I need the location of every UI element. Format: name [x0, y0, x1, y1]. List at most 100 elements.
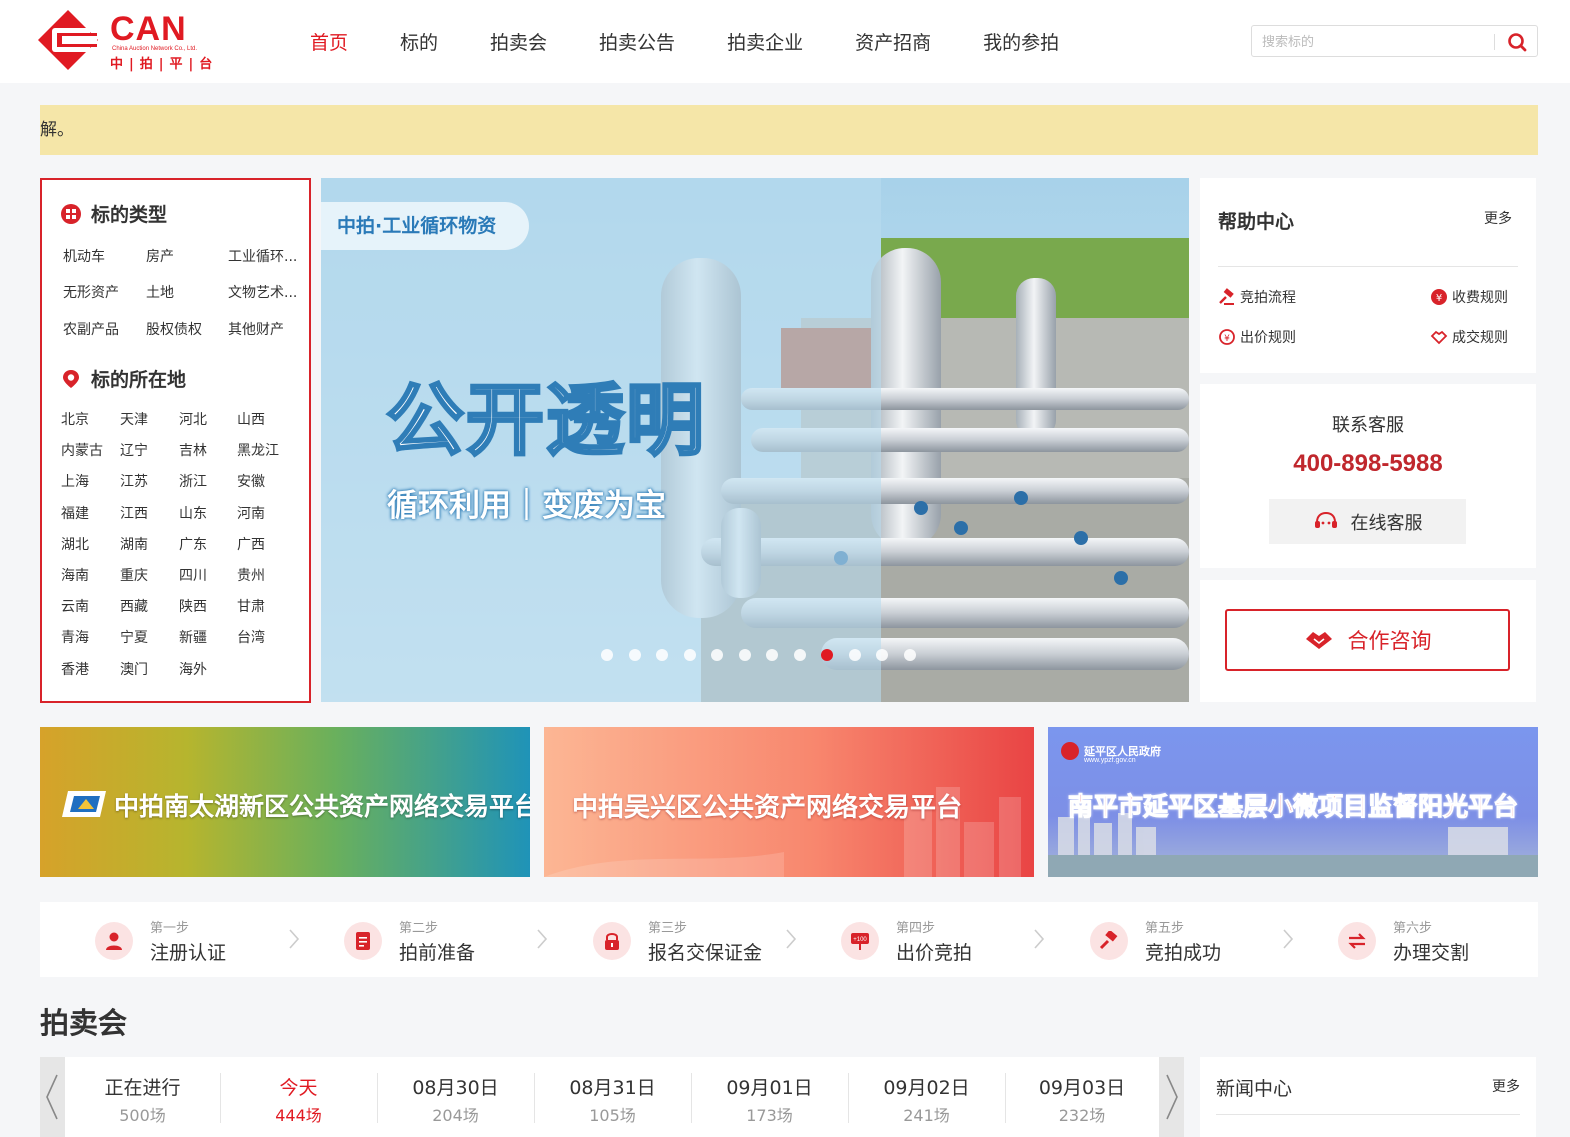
carousel-dot[interactable] — [738, 649, 751, 661]
location-item[interactable]: 香港 — [61, 659, 89, 679]
logo[interactable]: CAN China Auction Network Co., Ltd. 中|拍|… — [38, 6, 212, 74]
date-tab[interactable]: 09月02日 241场 — [848, 1057, 1005, 1137]
online-service-button[interactable]: 在线客服 — [1269, 499, 1466, 544]
location-item[interactable]: 青海 — [61, 627, 89, 647]
location-item[interactable]: 湖北 — [61, 534, 89, 554]
location-item[interactable]: 福建 — [61, 503, 89, 523]
date-tab[interactable]: 09月03日 232场 — [1005, 1057, 1159, 1137]
location-item[interactable]: 天津 — [120, 409, 148, 429]
platform-banner-yanping[interactable]: 延平区人民政府 www.ypzf.gov.cn 南平市延平区基层小微项目监督阳光… — [1048, 727, 1538, 877]
location-item[interactable]: 山西 — [237, 409, 265, 429]
location-item[interactable]: 海南 — [61, 565, 89, 585]
platform-title: 南平市延平区基层小微项目监督阳光平台 — [1067, 792, 1519, 822]
location-item[interactable]: 河北 — [179, 409, 207, 429]
notice-text: 了解。 — [40, 120, 74, 140]
carousel-dot[interactable] — [876, 649, 888, 661]
location-item[interactable]: 广东 — [179, 534, 207, 554]
location-item[interactable]: 四川 — [179, 565, 207, 585]
carousel-dot[interactable] — [848, 649, 861, 661]
location-item[interactable]: 贵州 — [237, 565, 265, 585]
location-item[interactable]: 北京 — [61, 409, 89, 429]
step-number: 第三步 — [648, 921, 688, 936]
location-item[interactable]: 辽宁 — [120, 440, 148, 460]
step-label: 办理交割 — [1393, 942, 1470, 964]
carousel-dot[interactable] — [656, 649, 668, 661]
help-item-label: 收费规则 — [1452, 290, 1508, 306]
category-item[interactable]: 文物艺术... — [228, 282, 297, 302]
help-center-more-link[interactable]: 更多 — [1484, 208, 1512, 228]
category-item[interactable]: 土地 — [146, 282, 174, 302]
carousel-dot[interactable] — [766, 649, 778, 661]
location-item[interactable]: 新疆 — [179, 627, 207, 647]
date-tab[interactable]: 08月30日 204场 — [377, 1057, 534, 1137]
location-item[interactable]: 河南 — [237, 503, 265, 523]
location-item[interactable]: 湖南 — [120, 534, 148, 554]
nav-lots[interactable]: 标的 — [400, 28, 438, 55]
location-item[interactable]: 山东 — [179, 503, 207, 523]
nav-my-bids[interactable]: 我的参拍 — [983, 28, 1059, 55]
location-item[interactable]: 浙江 — [179, 471, 207, 491]
location-item[interactable]: 西藏 — [120, 596, 148, 616]
gov-url: www.ypzf.gov.cn — [1084, 757, 1136, 764]
header: CAN China Auction Network Co., Ltd. 中|拍|… — [0, 0, 1570, 83]
location-item[interactable]: 海外 — [179, 659, 207, 679]
nav-announcements[interactable]: 拍卖公告 — [599, 28, 675, 55]
category-item[interactable]: 无形资产 — [63, 282, 119, 302]
carousel-dot[interactable] — [793, 649, 806, 661]
date-tab[interactable]: 正在进行 500场 — [65, 1057, 220, 1137]
category-item[interactable]: 农副产品 — [63, 319, 119, 339]
location-item[interactable]: 甘肃 — [237, 596, 265, 616]
location-item[interactable]: 重庆 — [120, 565, 148, 585]
bid-paddle-text: +100 — [853, 937, 867, 943]
nav-auctions[interactable]: 拍卖会 — [490, 28, 547, 55]
location-item[interactable]: 黑龙江 — [237, 440, 279, 460]
carousel-dot[interactable] — [683, 649, 696, 661]
banner-carousel[interactable]: 中拍·工业循环物资 公开透明 循环利用｜变废为宝 — [321, 178, 1189, 702]
date-prev-button[interactable] — [40, 1057, 65, 1137]
date-tab-count: 500场 — [119, 1106, 166, 1125]
category-item[interactable]: 工业循环... — [228, 246, 297, 266]
location-item[interactable]: 澳门 — [120, 659, 148, 679]
category-item[interactable]: 机动车 — [63, 246, 105, 266]
auction-date-bar: 正在进行 500场 今天 444场 08月30日 204场 08月31日 105场 09月01日… — [40, 1057, 1184, 1137]
category-item[interactable]: 其他财产 — [228, 319, 284, 339]
date-next-button[interactable] — [1159, 1057, 1184, 1137]
platform-banner-nantaihu[interactable]: 中拍南太湖新区公共资产网络交易平台 — [40, 727, 530, 877]
nav-companies[interactable]: 拍卖企业 — [727, 28, 803, 55]
location-item[interactable]: 安徽 — [237, 471, 265, 491]
platform-banner-wuxing[interactable]: 中拍吴兴区公共资产网络交易平台 — [544, 727, 1034, 877]
category-item[interactable]: 房产 — [146, 246, 174, 266]
carousel-dot[interactable] — [628, 649, 641, 661]
location-item[interactable]: 吉林 — [179, 440, 207, 460]
location-item[interactable]: 台湾 — [237, 627, 265, 647]
location-item[interactable]: 云南 — [61, 596, 89, 616]
location-item[interactable]: 广西 — [237, 534, 265, 554]
search-button[interactable] — [1504, 30, 1530, 54]
cooperation-button[interactable]: 合作咨询 — [1225, 609, 1510, 671]
news-center-more-link[interactable]: 更多 — [1492, 1076, 1520, 1096]
category-item[interactable]: 股权债权 — [146, 319, 202, 339]
location-item[interactable]: 陕西 — [179, 596, 207, 616]
location-item[interactable]: 江苏 — [120, 471, 148, 491]
location-item[interactable]: 上海 — [61, 471, 89, 491]
carousel-dot[interactable] — [821, 649, 833, 661]
date-tab-today[interactable]: 今天 444场 — [220, 1057, 377, 1137]
carousel-dot[interactable] — [601, 649, 613, 661]
help-item-fee-rules[interactable]: ¥ 收费规则 — [1430, 287, 1508, 307]
help-item-deal-rules[interactable]: 成交规则 — [1430, 327, 1508, 347]
search-input[interactable] — [1262, 32, 1482, 52]
date-tab-count: 444场 — [275, 1106, 322, 1125]
divider — [1005, 1073, 1006, 1123]
help-item-bid-process[interactable]: 竞拍流程 — [1218, 287, 1296, 307]
carousel-dot[interactable] — [903, 649, 916, 661]
nav-asset-investment[interactable]: 资产招商 — [855, 28, 931, 55]
help-item-bid-rules[interactable]: ¥ 出价规则 — [1218, 327, 1296, 347]
carousel-dot[interactable] — [711, 649, 723, 661]
nav-home[interactable]: 首页 — [310, 28, 348, 55]
location-heading: 标的所在地 — [61, 365, 186, 392]
location-item[interactable]: 江西 — [120, 503, 148, 523]
location-item[interactable]: 内蒙古 — [61, 440, 103, 460]
date-tab[interactable]: 09月01日 173场 — [691, 1057, 848, 1137]
date-tab[interactable]: 08月31日 105场 — [534, 1057, 691, 1137]
location-item[interactable]: 宁夏 — [120, 627, 148, 647]
